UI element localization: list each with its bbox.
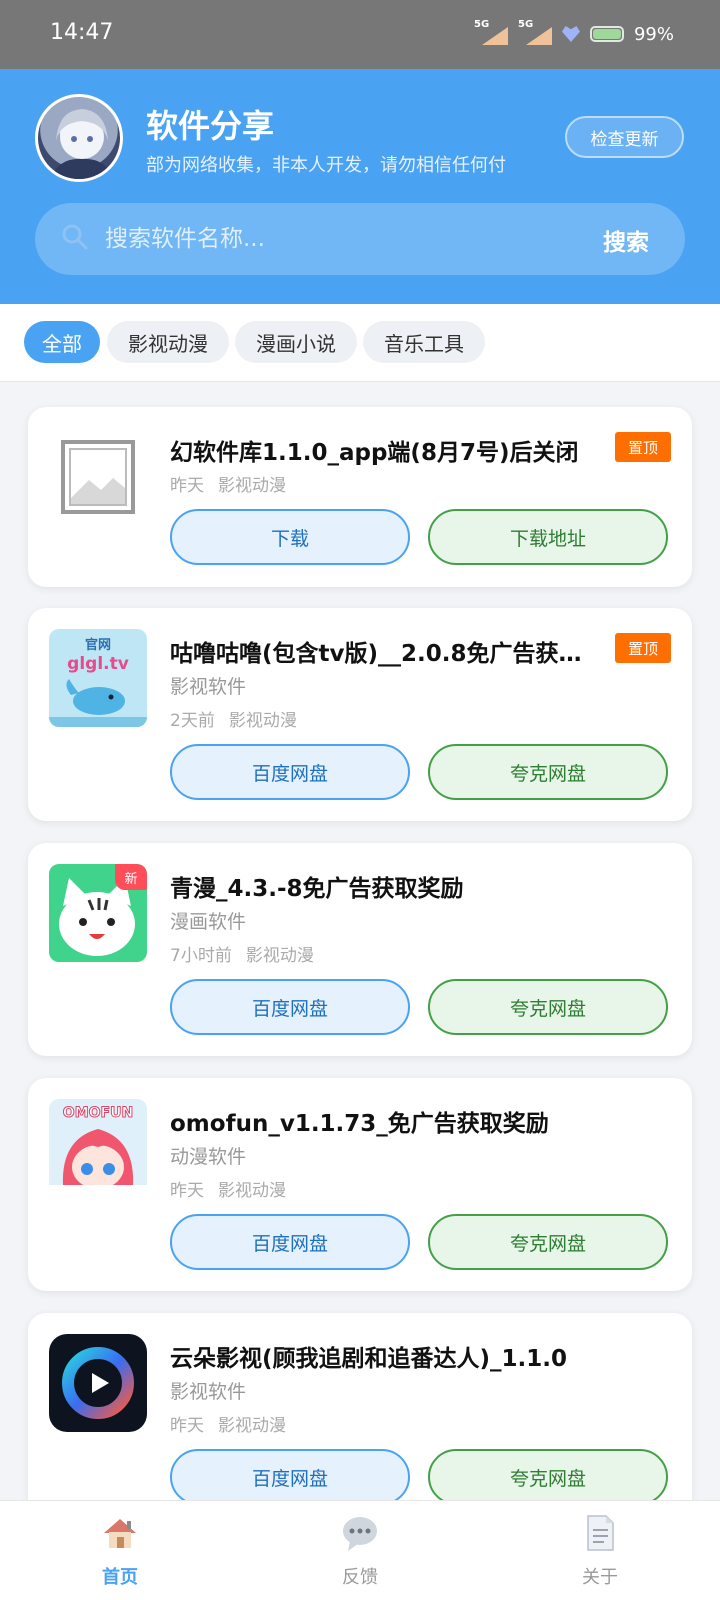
quark-pan-button[interactable]: 夸克网盘	[428, 1449, 668, 1505]
card-title: 云朵影视(顾我追剧和追番达人)_1.1.0	[170, 1346, 568, 1372]
card-meta: 昨天 影视动漫	[170, 1411, 286, 1436]
svg-text:glgl.tv: glgl.tv	[67, 654, 129, 674]
card-meta: 昨天 影视动漫	[170, 1176, 286, 1201]
search-button[interactable]: 搜索	[603, 223, 649, 257]
card-subtitle: 影视软件	[170, 676, 247, 698]
tab-film-anime[interactable]: 影视动漫	[107, 321, 229, 363]
category-tabs: 全部 影视动漫 漫画小说 音乐工具	[0, 304, 720, 382]
search-bar[interactable]: 搜索	[35, 203, 685, 275]
app-card[interactable]: OMOFUN omofun_v1.1.73_免广告获取奖励 动漫软件 昨天 影视动…	[28, 1078, 692, 1291]
card-time: 昨天	[170, 1416, 204, 1436]
app-card[interactable]: 官网 glgl.tv 咕噜咕噜(包含tv版)__2.0.8免广告获取奖励 置顶 …	[28, 608, 692, 821]
search-icon	[62, 224, 88, 250]
app-card[interactable]: 幻软件库1.1.0_app端(8月7号)后关闭 置顶 昨天 影视动漫 下载 下载地…	[28, 407, 692, 587]
card-category: 影视动漫	[245, 946, 314, 966]
document-icon	[587, 1515, 614, 1551]
card-title: omofun_v1.1.73_免广告获取奖励	[170, 1111, 549, 1137]
download-link-button[interactable]: 下载地址	[428, 509, 668, 565]
bottom-navigation: 首页 反馈 关于	[0, 1500, 720, 1600]
battery-icon	[589, 26, 624, 42]
quark-pan-button[interactable]: 夸克网盘	[428, 1214, 668, 1270]
svg-text:OMOFUN: OMOFUN	[63, 1105, 133, 1121]
quark-pan-button[interactable]: 夸克网盘	[428, 744, 668, 800]
svg-text:官网: 官网	[85, 637, 111, 653]
anime-girl-app-icon: OMOFUN	[49, 1099, 147, 1197]
baidu-pan-button[interactable]: 百度网盘	[170, 1449, 410, 1505]
card-category: 影视动漫	[218, 1181, 286, 1201]
quark-pan-button[interactable]: 夸克网盘	[428, 979, 668, 1035]
card-title: 咕噜咕噜(包含tv版)__2.0.8免广告获取奖励	[170, 641, 590, 667]
baidu-pan-button[interactable]: 百度网盘	[170, 979, 410, 1035]
signal-icon: 5G	[518, 19, 552, 47]
card-subtitle: 影视软件	[170, 1381, 247, 1403]
status-time: 14:47	[50, 20, 114, 45]
pinned-badge: 置顶	[615, 432, 671, 462]
card-subtitle: 漫画软件	[170, 911, 247, 933]
avatar[interactable]	[35, 94, 123, 182]
cat-app-icon: 新	[49, 864, 147, 962]
baidu-pan-button[interactable]: 百度网盘	[170, 744, 410, 800]
card-meta: 2天前 影视动漫	[170, 706, 297, 731]
card-category: 影视动漫	[228, 711, 297, 731]
card-time: 昨天	[170, 476, 204, 496]
search-input[interactable]	[105, 217, 565, 261]
new-badge: 新	[115, 864, 147, 890]
app-header: 软件分享 部为网络收集，非本人开发，请勿相信任何付 检查更新 搜索	[0, 69, 720, 304]
check-update-button[interactable]: 检查更新	[565, 116, 684, 158]
tab-all[interactable]: 全部	[24, 321, 100, 363]
nav-feedback[interactable]: 反馈	[300, 1513, 420, 1593]
home-icon	[104, 1519, 136, 1548]
nav-label: 首页	[102, 1567, 138, 1588]
card-category: 影视动漫	[218, 476, 286, 496]
status-bar: 14:47 5G 5G 99%	[0, 0, 720, 69]
chat-icon	[343, 1517, 377, 1551]
pinned-badge: 置顶	[615, 633, 671, 663]
download-button[interactable]: 下载	[170, 509, 410, 565]
tab-comic-novel[interactable]: 漫画小说	[235, 321, 357, 363]
battery-level: 99%	[633, 23, 674, 45]
play-app-icon	[49, 1334, 147, 1432]
card-subtitle: 动漫软件	[170, 1146, 247, 1168]
card-title: 幻软件库1.1.0_app端(8月7号)后关闭	[170, 440, 579, 466]
image-placeholder-icon	[49, 428, 147, 526]
card-time: 7小时前	[170, 946, 232, 966]
card-time: 2天前	[170, 711, 215, 731]
signal-icon: 5G	[474, 19, 508, 47]
card-meta: 7小时前 影视动漫	[170, 941, 314, 966]
nav-home[interactable]: 首页	[60, 1513, 180, 1593]
app-card[interactable]: 云朵影视(顾我追剧和追番达人)_1.1.0 影视软件 昨天 影视动漫 百度网盘 夸…	[28, 1313, 692, 1526]
baidu-pan-button[interactable]: 百度网盘	[170, 1214, 410, 1270]
nav-label: 关于	[582, 1567, 618, 1588]
nav-about[interactable]: 关于	[540, 1513, 660, 1593]
app-card[interactable]: 新 青漫_4.3.-8免广告获取奖励 漫画软件 7小时前 影视动漫 百度网盘 夸克…	[28, 843, 692, 1056]
card-title: 青漫_4.3.-8免广告获取奖励	[170, 876, 464, 902]
nav-label: 反馈	[342, 1567, 378, 1588]
tab-music-tools[interactable]: 音乐工具	[363, 321, 485, 363]
status-icons: 5G 5G 99%	[474, 16, 674, 52]
card-time: 昨天	[170, 1181, 204, 1201]
whale-app-icon: 官网 glgl.tv	[49, 629, 147, 727]
card-category: 影视动漫	[218, 1416, 286, 1436]
notice-marquee: 部为网络收集，非本人开发，请勿相信任何付	[146, 155, 506, 176]
app-title: 软件分享	[146, 107, 275, 145]
card-meta: 昨天 影视动漫	[170, 471, 286, 496]
heart-icon	[561, 26, 580, 42]
